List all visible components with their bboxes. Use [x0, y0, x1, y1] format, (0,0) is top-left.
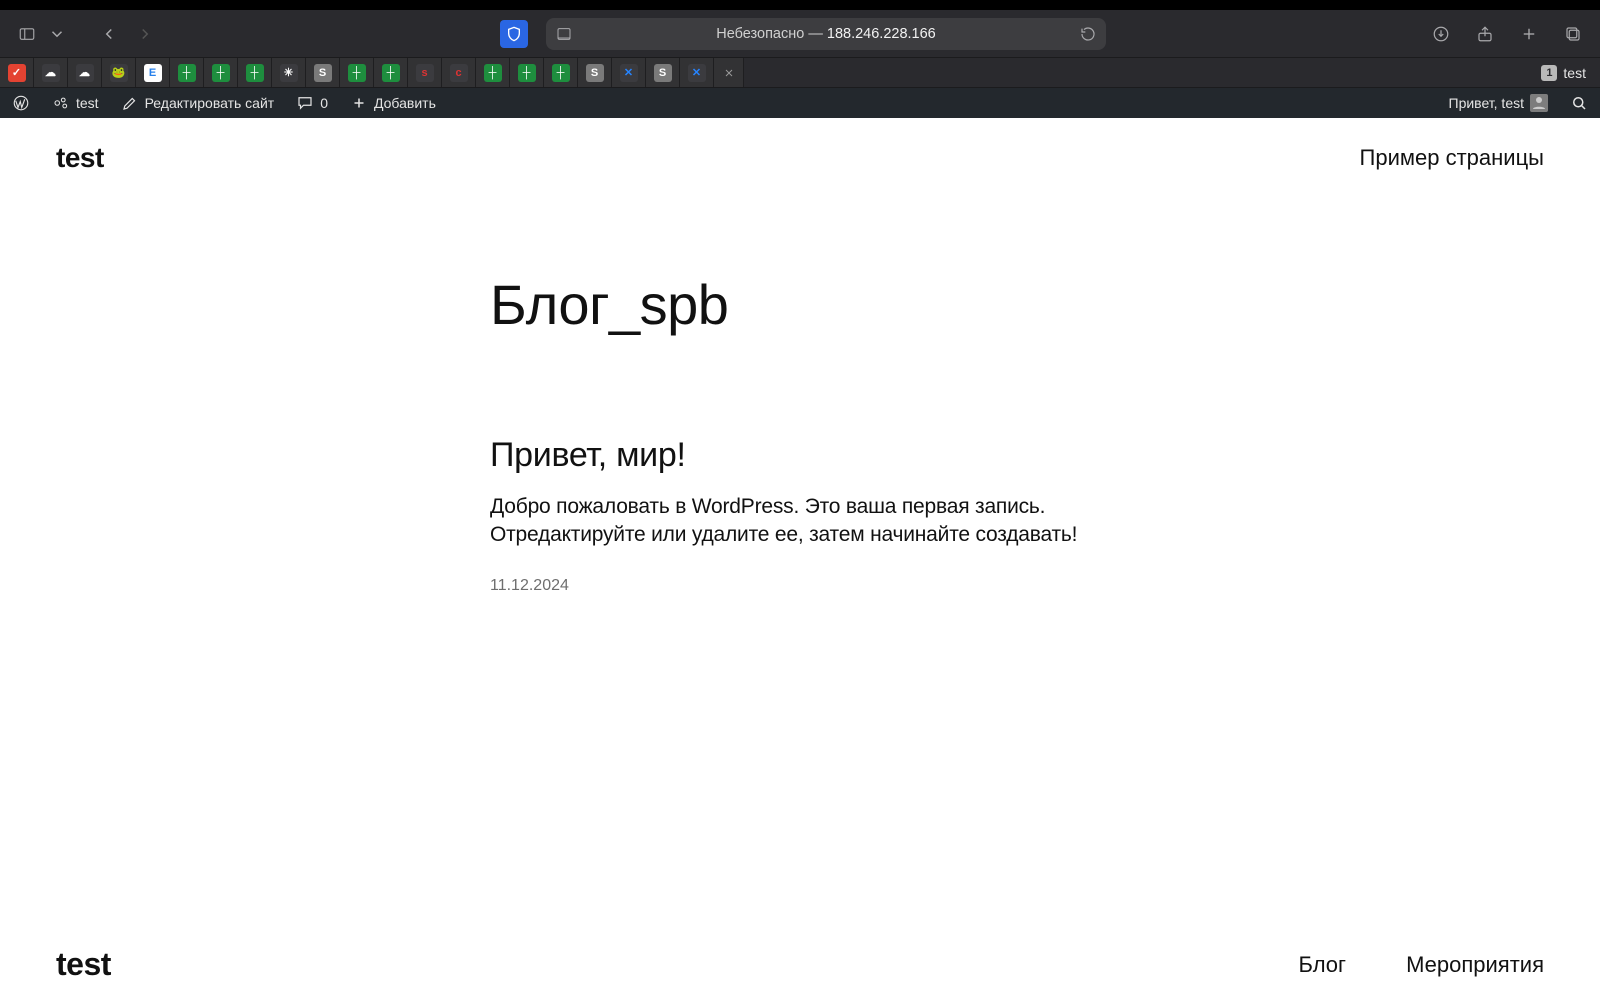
- post-excerpt: Добро пожаловать в WordPress. Это ваша п…: [490, 493, 1130, 550]
- post-date[interactable]: 11.12.2024: [490, 577, 1130, 595]
- sheets-icon-5: ┼: [382, 64, 400, 82]
- active-tab[interactable]: 1 test: [744, 58, 1600, 87]
- sheets-icon-8: ┼: [552, 64, 570, 82]
- site-header: test Пример страницы: [0, 118, 1600, 178]
- frog-icon: 🐸: [110, 64, 128, 82]
- back-button[interactable]: [94, 19, 124, 49]
- footer-site-title[interactable]: test: [56, 946, 111, 983]
- forward-button[interactable]: [130, 19, 160, 49]
- tab-favicon[interactable]: S: [306, 58, 340, 87]
- tab-strip: ✓ ☁ ☁ 🐸 E ┼ ┼ ┼ ✳ S ┼ ┼ sc ┼ ┼ ┼ S ✕ S ✕ 1 test: [0, 58, 1600, 88]
- spark-icon: ✳: [280, 64, 298, 82]
- tab-favicon[interactable]: ✕: [612, 58, 646, 87]
- new-tab-button[interactable]: [1514, 19, 1544, 49]
- tab-favicon[interactable]: ☁: [34, 58, 68, 87]
- tab-favicon[interactable]: c: [442, 58, 476, 87]
- reload-button[interactable]: [1080, 26, 1096, 42]
- wp-edit-site[interactable]: Редактировать сайт: [117, 88, 279, 118]
- sheets-icon-3: ┼: [246, 64, 264, 82]
- tab-favicon[interactable]: ✕: [680, 58, 714, 87]
- tab-count-badge: 1: [1541, 65, 1557, 81]
- nav-sample-page[interactable]: Пример страницы: [1360, 145, 1544, 170]
- page-title: Блог_spb: [490, 274, 1130, 336]
- tab-favicon[interactable]: ┼: [340, 58, 374, 87]
- site-footer: test Блог Мероприятия: [0, 946, 1600, 999]
- share-button[interactable]: [1470, 19, 1500, 49]
- todoist-icon: ✓: [8, 64, 26, 82]
- wp-site-link[interactable]: test: [48, 88, 103, 118]
- primary-nav: Пример страницы: [1360, 145, 1544, 171]
- tab-favicon[interactable]: ✓: [0, 58, 34, 87]
- close-tab-button[interactable]: [714, 58, 744, 87]
- browser-toolbar: Небезопасно — 188.246.228.166: [0, 10, 1600, 58]
- wp-comments-count: 0: [320, 95, 328, 111]
- site-title[interactable]: test: [56, 142, 104, 174]
- tab-favicon[interactable]: ┼: [510, 58, 544, 87]
- sheets-icon-7: ┼: [518, 64, 536, 82]
- tab-favicon[interactable]: s: [408, 58, 442, 87]
- tab-favicon[interactable]: ☁: [68, 58, 102, 87]
- wp-add-new[interactable]: Добавить: [346, 88, 440, 118]
- slack-s-icon-2: S: [586, 64, 604, 82]
- tab-favicon[interactable]: 🐸: [102, 58, 136, 87]
- tab-favicon[interactable]: ┼: [374, 58, 408, 87]
- slack-s-icon-1: S: [314, 64, 332, 82]
- wp-admin-bar: test Редактировать сайт 0 Добавить Приве…: [0, 88, 1600, 118]
- page-content: test Пример страницы Блог_spb Привет, ми…: [0, 118, 1600, 999]
- wp-comments[interactable]: 0: [292, 88, 332, 118]
- confluence-icon-1: ✕: [620, 64, 638, 82]
- confluence-icon-2: ✕: [688, 64, 706, 82]
- wp-add-new-label: Добавить: [374, 95, 436, 111]
- sheets-icon-4: ┼: [348, 64, 366, 82]
- wp-search-button[interactable]: [1566, 88, 1592, 118]
- e-badge-icon: E: [144, 64, 162, 82]
- tabs-overview-button[interactable]: [1558, 19, 1588, 49]
- cloud-icon-2: ☁: [76, 64, 94, 82]
- sheets-icon-2: ┼: [212, 64, 230, 82]
- wp-user-greeting[interactable]: Привет, test: [1445, 88, 1552, 118]
- tab-favicon[interactable]: S: [578, 58, 612, 87]
- footer-nav-events[interactable]: Мероприятия: [1406, 952, 1544, 978]
- wp-edit-site-label: Редактировать сайт: [145, 95, 275, 111]
- post-title[interactable]: Привет, мир!: [490, 436, 1130, 475]
- sidebar-toggle-button[interactable]: [12, 19, 42, 49]
- password-manager-icon[interactable]: [500, 20, 528, 48]
- tab-favicon[interactable]: ✳: [272, 58, 306, 87]
- tab-favicon[interactable]: ┼: [170, 58, 204, 87]
- tab-favicon[interactable]: ┼: [204, 58, 238, 87]
- avatar: [1530, 94, 1548, 112]
- reader-mode-icon[interactable]: [556, 26, 572, 42]
- slack-s-icon-3: S: [654, 64, 672, 82]
- toolbar-dropdown-button[interactable]: [48, 19, 66, 49]
- red-s-icon-1: s: [416, 64, 434, 82]
- tab-favicon[interactable]: ┼: [238, 58, 272, 87]
- address-text: Небезопасно — 188.246.228.166: [716, 26, 935, 42]
- downloads-button[interactable]: [1426, 19, 1456, 49]
- sheets-icon-6: ┼: [484, 64, 502, 82]
- cloud-icon-1: ☁: [42, 64, 60, 82]
- tab-favicon[interactable]: S: [646, 58, 680, 87]
- red-c-icon: c: [450, 64, 468, 82]
- sheets-icon-1: ┼: [178, 64, 196, 82]
- tab-favicon[interactable]: E: [136, 58, 170, 87]
- tab-favicon[interactable]: ┼: [476, 58, 510, 87]
- wp-greeting-text: Привет, test: [1449, 95, 1524, 111]
- tab-favicon[interactable]: ┼: [544, 58, 578, 87]
- active-tab-title: test: [1563, 65, 1600, 81]
- wp-site-name: test: [76, 95, 99, 111]
- wp-logo-icon[interactable]: [8, 88, 34, 118]
- footer-nav-blog[interactable]: Блог: [1299, 952, 1347, 978]
- address-bar[interactable]: Небезопасно — 188.246.228.166: [546, 18, 1106, 50]
